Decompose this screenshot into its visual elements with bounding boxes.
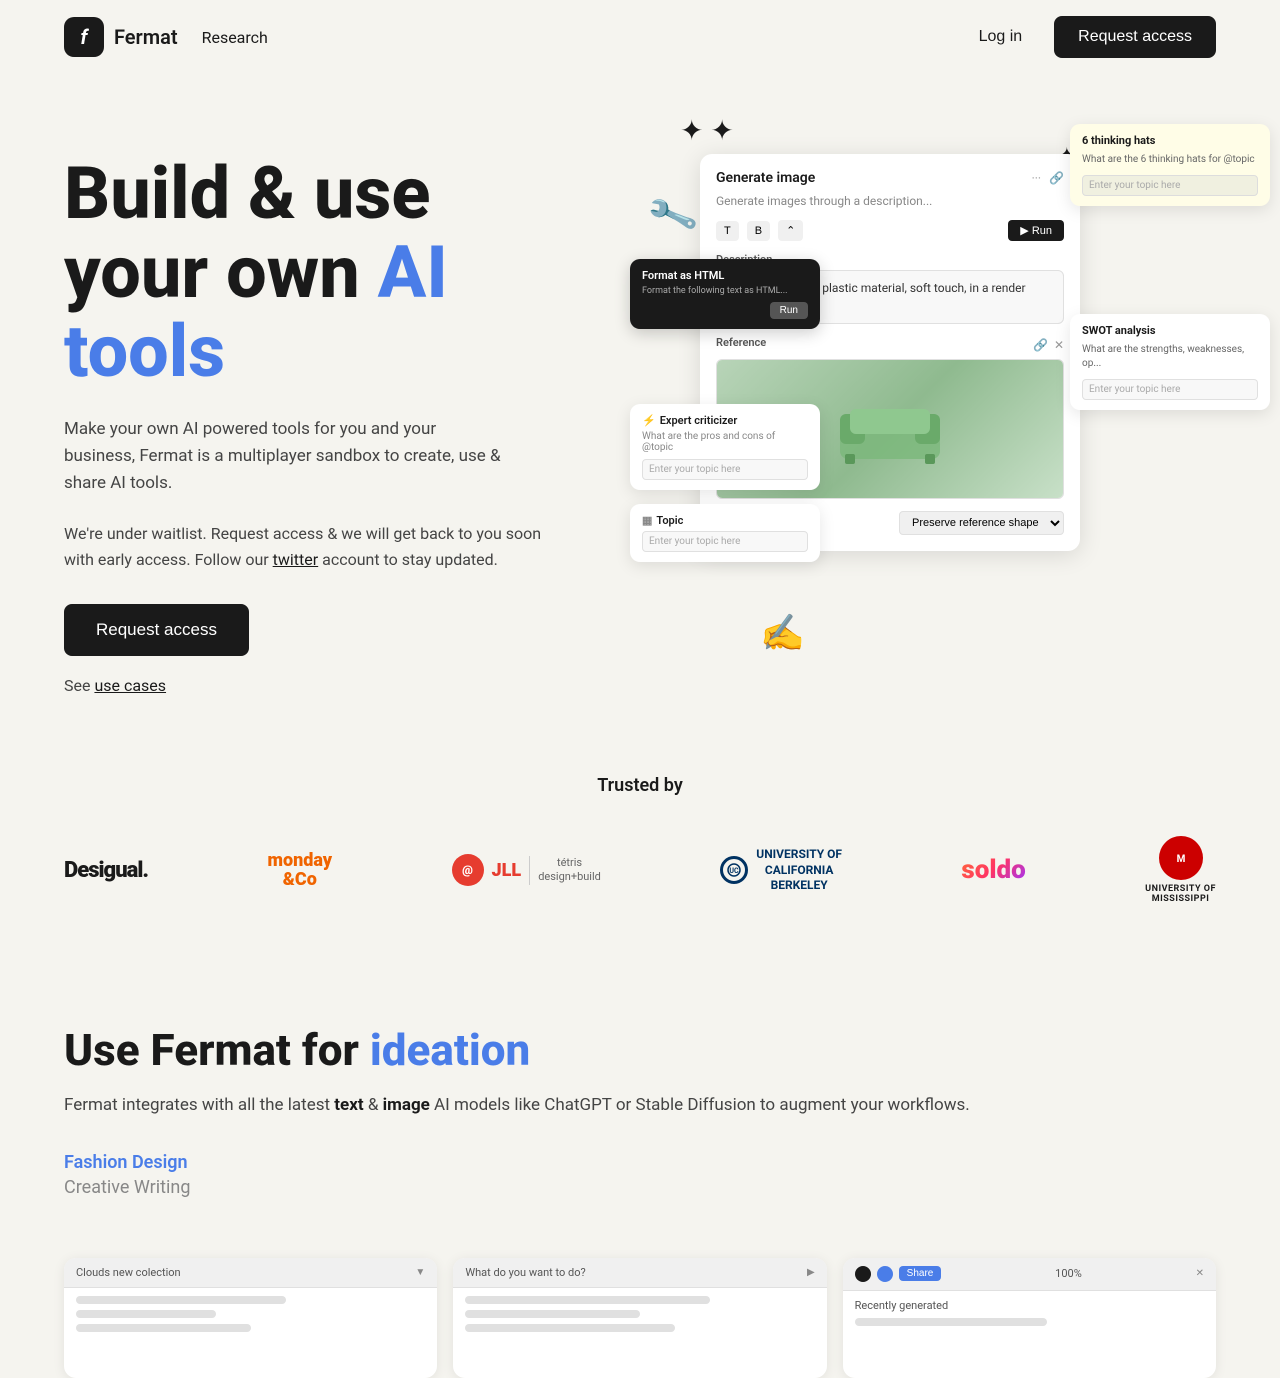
format-card: Format as HTML Format the following text…: [630, 259, 820, 329]
jll-logo-icon: @: [452, 854, 484, 886]
research-nav-link[interactable]: Research: [202, 28, 268, 47]
logo-monday: monday &Co: [267, 851, 332, 891]
screenshot-card-3: Share 100% ✕ Recently generated: [843, 1258, 1216, 1378]
screenshot-header-1: Clouds new colection ▼: [64, 1258, 437, 1288]
use-case-writing[interactable]: Creative Writing: [64, 1177, 1216, 1198]
toolbar-expand-button[interactable]: ⌃: [778, 220, 803, 241]
generate-image-card: Generate image ··· 🔗 Generate images thr…: [700, 154, 1080, 551]
screenshot-content-2: [453, 1288, 826, 1340]
reference-actions: 🔗 ✕: [1033, 338, 1064, 352]
card-toolbar: T B ⌃ ▶ Run: [716, 220, 1064, 241]
hand-icon-decoration: ✍️: [760, 612, 805, 654]
sofa-svg: [830, 389, 950, 469]
svg-text:M: M: [1176, 854, 1185, 865]
hero-illustration: ✦ ✦ ✦ ✦ 🔧 ✍️ Format as HTML Format the f…: [620, 114, 1280, 674]
hero-waitlist-text: We're under waitlist. Request access & w…: [64, 521, 544, 572]
generate-card-header: Generate image ··· 🔗: [716, 170, 1064, 186]
use-cases-link[interactable]: use cases: [94, 676, 166, 695]
reference-header: Reference 🔗 ✕: [716, 336, 1064, 353]
link-icon[interactable]: 🔗: [1049, 171, 1064, 185]
navbar: f Fermat Research Log in Request access: [0, 0, 1280, 74]
brand-name: Fermat: [114, 25, 178, 49]
swot-card: SWOT analysis What are the strengths, we…: [1070, 314, 1270, 410]
card-icons: ··· 🔗: [1032, 171, 1064, 185]
swot-input[interactable]: Enter your topic here: [1082, 379, 1258, 400]
logo-desigual: Desigual.: [64, 858, 148, 883]
mississippi-icon: M: [1159, 836, 1203, 880]
stars-decoration-1: ✦ ✦: [680, 114, 734, 147]
berkeley-icon: UC: [720, 856, 748, 884]
topic-card-title: ▦ Topic: [642, 514, 808, 527]
toolbar-t-button[interactable]: T: [716, 221, 739, 241]
share-button[interactable]: Share: [899, 1266, 942, 1281]
screenshot-content-3: Recently generated: [843, 1291, 1216, 1334]
use-fermat-title: Use Fermat for ideation: [64, 1024, 1216, 1076]
trusted-label: Trusted by: [64, 775, 1216, 796]
use-fermat-description: Fermat integrates with all the latest te…: [64, 1092, 1216, 1119]
expected-output-select[interactable]: Preserve reference shape: [899, 511, 1064, 535]
login-button[interactable]: Log in: [963, 20, 1039, 54]
logo-icon: f: [64, 17, 104, 57]
request-access-button-nav[interactable]: Request access: [1054, 16, 1216, 58]
screenshot-content-1: [64, 1288, 437, 1340]
hero-use-cases-text: See use cases: [64, 676, 584, 695]
logo-soldo: soldo: [961, 855, 1025, 885]
logos-row: Desigual. monday &Co @ JLL tétrisdesign+…: [64, 836, 1216, 904]
request-access-button-hero[interactable]: Request access: [64, 604, 249, 656]
tool-icon-decoration: 🔧: [644, 188, 700, 243]
hero-subtitle: Make your own AI powered tools for you a…: [64, 416, 504, 498]
topic-card-input[interactable]: Enter your topic here: [642, 531, 808, 552]
expert-card-input[interactable]: Enter your topic here: [642, 459, 808, 480]
expert-card: ⚡ Expert criticizer What are the pros an…: [630, 404, 820, 490]
run-button[interactable]: ▶ Run: [1008, 220, 1064, 241]
more-icon[interactable]: ···: [1032, 171, 1041, 185]
use-fermat-section: Use Fermat for ideation Fermat integrate…: [0, 964, 1280, 1237]
toolbar-b-button[interactable]: B: [747, 221, 770, 241]
thinking-hats-card: 6 thinking hats What are the 6 thinking …: [1070, 124, 1270, 206]
svg-text:UC: UC: [730, 867, 740, 875]
navbar-left: f Fermat Research: [64, 17, 268, 57]
avatar-2: [877, 1266, 893, 1282]
send-icon[interactable]: ▶: [807, 1267, 815, 1278]
hero-section: Build & use your own AI tools Make your …: [0, 74, 1280, 735]
tetris-text: tétrisdesign+build: [529, 856, 601, 885]
logo[interactable]: f Fermat: [64, 17, 178, 57]
logo-berkeley: UC UNIVERSITY OFCALIFORNIABERKELEY: [720, 847, 842, 894]
hero-title: Build & use your own AI tools: [64, 154, 584, 392]
screenshots-row: Clouds new colection ▼ What do you want …: [0, 1238, 1280, 1378]
screenshot-card-2: What do you want to do? ▶: [453, 1258, 826, 1378]
dropdown-icon[interactable]: ▼: [415, 1267, 425, 1278]
expert-card-title: ⚡ Expert criticizer: [642, 414, 808, 427]
close-icon[interactable]: ✕: [1196, 1268, 1204, 1279]
trusted-section: Trusted by Desigual. monday &Co @ JLL té…: [0, 735, 1280, 964]
screenshot-header-2: What do you want to do? ▶: [453, 1258, 826, 1288]
format-run-button[interactable]: Run: [770, 302, 808, 319]
topic-card: ▦ Topic Enter your topic here: [630, 504, 820, 562]
use-case-fashion[interactable]: Fashion Design: [64, 1152, 1216, 1173]
logo-jll-tetris: @ JLL tétrisdesign+build: [452, 854, 601, 886]
twitter-link[interactable]: twitter: [273, 550, 319, 569]
screenshot-card-1: Clouds new colection ▼: [64, 1258, 437, 1378]
navbar-right: Log in Request access: [963, 16, 1216, 58]
screenshot-header-3: Share 100% ✕: [843, 1258, 1216, 1291]
thinking-input[interactable]: Enter your topic here: [1082, 175, 1258, 196]
close-ref-icon[interactable]: ✕: [1054, 338, 1064, 352]
hero-content: Build & use your own AI tools Make your …: [64, 134, 584, 695]
avatar-1: [855, 1266, 871, 1282]
logo-mississippi: M UNIVERSITY OFMISSISSIPPI: [1145, 836, 1216, 904]
link-ref-icon[interactable]: 🔗: [1033, 338, 1048, 352]
